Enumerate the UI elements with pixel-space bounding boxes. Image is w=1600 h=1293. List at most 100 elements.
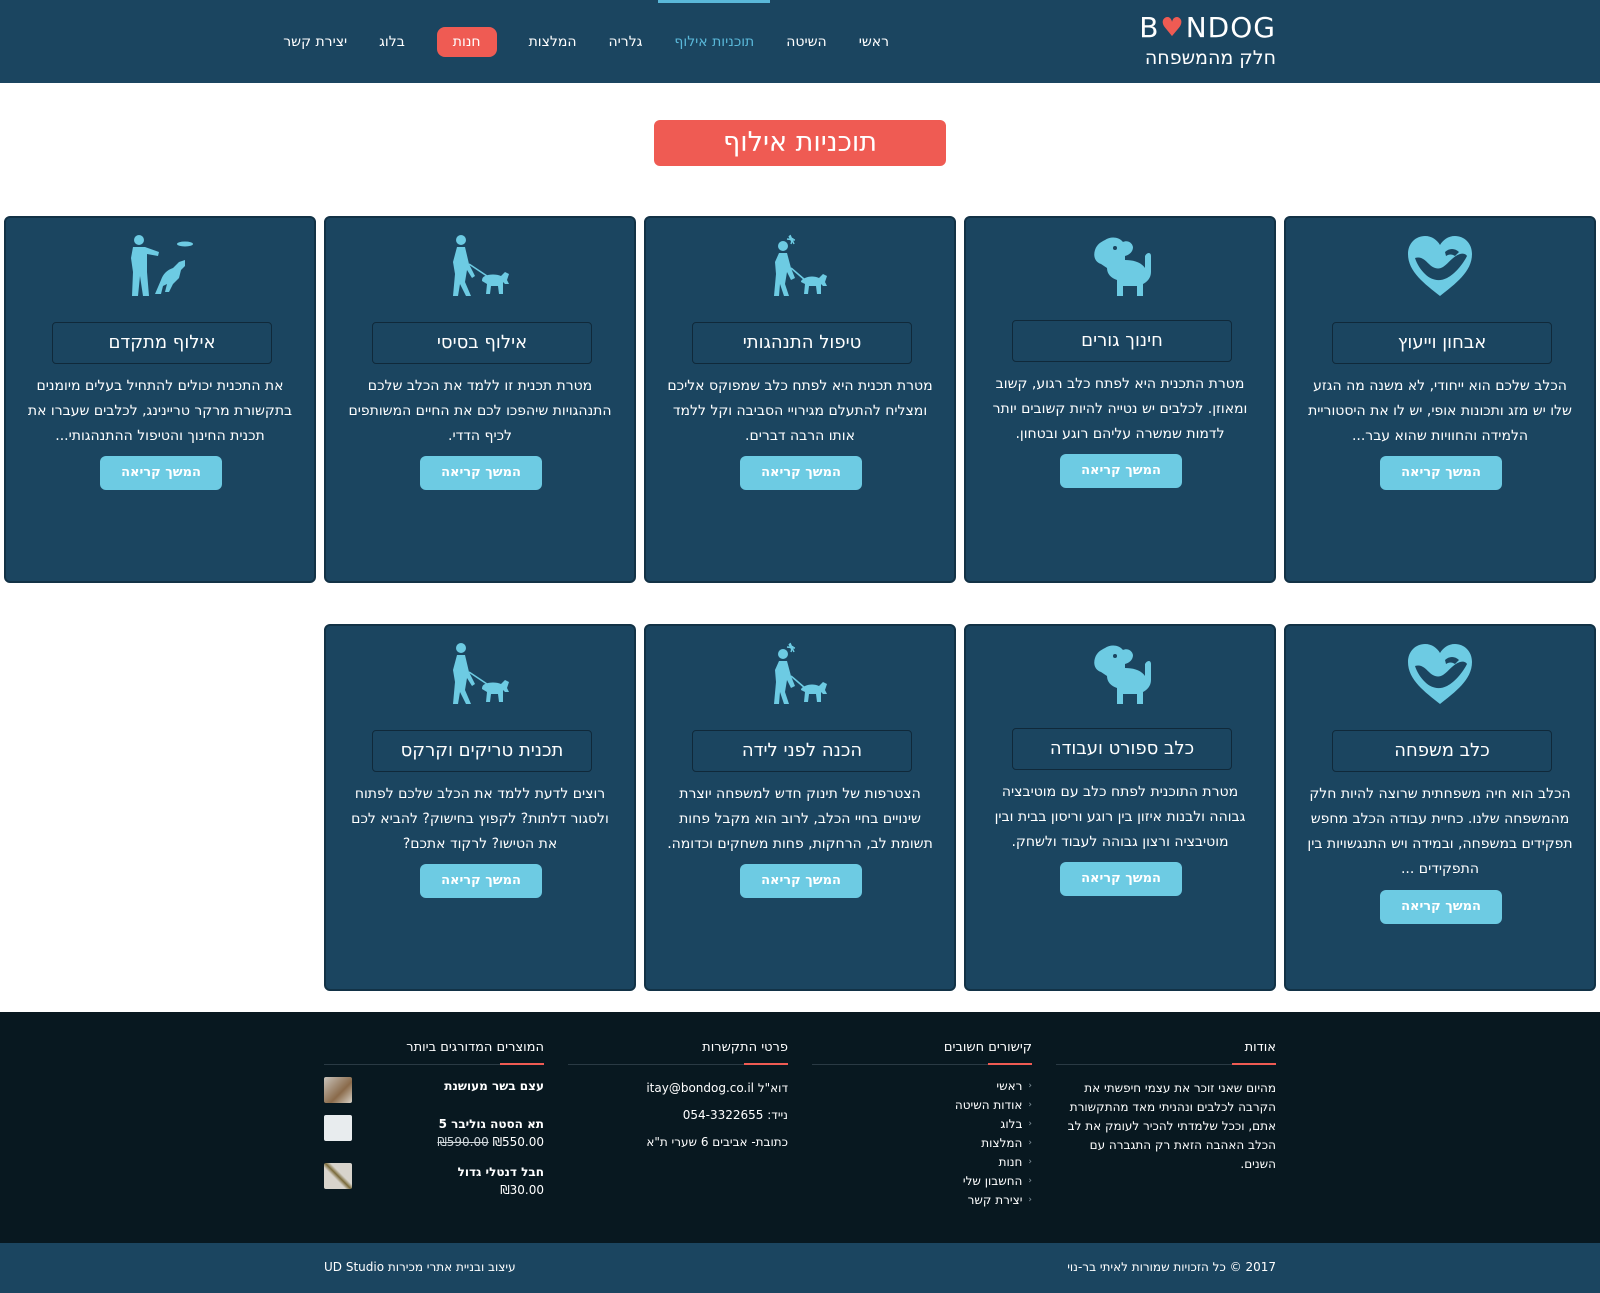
program-card-desc: מטרת התכנית היא לפתח כלב רגוע, קשוב ומאו… xyxy=(992,376,1248,442)
main-nav: ראשי השיטה תוכניות אילוף גלריה המלצות חנ… xyxy=(267,0,905,83)
heart-dog-icon xyxy=(1405,642,1475,706)
footer-link-testimonials[interactable]: ‹ המלצות xyxy=(812,1134,1032,1153)
credit-text[interactable]: עיצוב ובניית אתרי מכירות UD Studio xyxy=(324,1260,516,1274)
product-thumbnail[interactable] xyxy=(324,1077,352,1103)
product-text: עצם בשר מעושנת xyxy=(444,1077,544,1095)
program-card-tricks-circus: תכנית טריקים וקרקס רוצים לדעת ללמד את הכ… xyxy=(324,624,636,991)
person-walking-dog-icon xyxy=(445,234,515,298)
program-card-title: הכנה לפני לידה xyxy=(692,730,912,772)
nav-testimonials-label: המלצות xyxy=(528,33,577,50)
product-thumbnail[interactable] xyxy=(324,1163,352,1189)
chevron-left-icon: ‹ xyxy=(1028,1195,1032,1205)
product-text: חבל דנטלי גדול ₪30.00 xyxy=(458,1163,544,1199)
product-thumbnail[interactable] xyxy=(324,1115,352,1141)
product-name[interactable]: חבל דנטלי גדול xyxy=(458,1163,544,1181)
footer-links: קישורים חשובים ‹ ראשי ‹ אודות השיטה ‹ בלוג … xyxy=(812,1040,1032,1210)
footer-link-home[interactable]: ‹ ראשי xyxy=(812,1077,1032,1096)
nav-contact[interactable]: יצירת קשר xyxy=(267,0,363,83)
footer-link-contact[interactable]: ‹ יצירת קשר xyxy=(812,1191,1032,1210)
read-more-button[interactable]: המשך קריאה xyxy=(420,864,542,898)
product-name[interactable]: עצם בשר מעושנת xyxy=(444,1077,544,1095)
footer-link-method[interactable]: ‹ אודות השיטה xyxy=(812,1096,1032,1115)
bottom-bar: 2017 © כל הזכויות שמורות לאיתי בר-נוי עי… xyxy=(0,1243,1600,1293)
program-card-desc: מטרת תכנית היא לפתח כלב שמפוקס אליכם ומצ… xyxy=(667,378,933,444)
nav-training-programs-label: תוכניות אילוף xyxy=(674,33,755,50)
nav-home[interactable]: ראשי xyxy=(843,0,905,83)
program-card-sport-work-dog: כלב ספורט ועבודה מטרת התוכנית לפתח כלב ע… xyxy=(964,624,1276,991)
read-more-button[interactable]: המשך קריאה xyxy=(1060,862,1182,896)
person-walking-dog-icon xyxy=(445,642,515,706)
product-item[interactable]: תא הסטה גוליבר 5 ₪550.00 ₪590.00 xyxy=(324,1115,544,1151)
chevron-left-icon: ‹ xyxy=(1028,1176,1032,1186)
program-card-title: תכנית טריקים וקרקס xyxy=(372,730,592,772)
footer-link-label: יצירת קשר xyxy=(967,1193,1023,1207)
footer-link-blog[interactable]: ‹ בלוג xyxy=(812,1115,1032,1134)
footer-links-list: ‹ ראשי ‹ אודות השיטה ‹ בלוג ‹ המלצות ‹ חנות ‹… xyxy=(812,1077,1032,1210)
nav-method-label: השיטה xyxy=(786,33,827,50)
puppy-icon xyxy=(1085,234,1155,298)
footer-link-account[interactable]: ‹ החשבון שלי xyxy=(812,1172,1032,1191)
read-more-button[interactable]: המשך קריאה xyxy=(1380,890,1502,924)
program-card-desc: את התכנית יכולים להתחיל בעלים מיומנים בת… xyxy=(27,378,293,444)
program-card-title: אילוף מתקדם xyxy=(52,322,272,364)
program-card-desc: הכלב הוא חיה משפחתית שרוצה להיות חלק מהמ… xyxy=(1307,786,1573,877)
chevron-left-icon: ‹ xyxy=(1028,1138,1032,1148)
copyright-text: 2017 © כל הזכויות שמורות לאיתי בר-נוי xyxy=(1067,1260,1276,1274)
program-card-pre-birth: הכנה לפני לידה הצטרפות של תינוק חדש למשפ… xyxy=(644,624,956,991)
nav-shop[interactable]: חנות xyxy=(421,0,513,83)
footer-about-heading: אודות xyxy=(1056,1040,1276,1065)
logo-wordmark: B ♥ ND OG xyxy=(1116,12,1276,44)
footer-about-text: מהיום שאני זוכר את עצמי חיפשתי את הקרבה … xyxy=(1067,1081,1276,1171)
footer-contact-heading: פרטי התקשרות xyxy=(568,1040,788,1065)
read-more-button[interactable]: המשך קריאה xyxy=(420,456,542,490)
program-card-puppy-education: חינוך גורים מטרת התכנית היא לפתח כלב רגו… xyxy=(964,216,1276,583)
footer-link-label: חנות xyxy=(998,1155,1023,1169)
frisbee-dog-icon xyxy=(125,234,195,298)
nav-testimonials[interactable]: המלצות xyxy=(513,0,593,83)
footer-link-label: בלוג xyxy=(1000,1117,1023,1131)
nav-training-programs[interactable]: תוכניות אילוף xyxy=(658,0,771,83)
nav-gallery[interactable]: גלריה xyxy=(593,0,659,83)
site-logo[interactable]: B ♥ ND OG חלק מהמשפחה xyxy=(1116,12,1276,70)
program-card-behavioral: טיפול התנהגותי מטרת תכנית היא לפתח כלב ש… xyxy=(644,216,956,583)
product-name[interactable]: תא הסטה גוליבר 5 xyxy=(433,1115,544,1133)
footer-top-products: המוצרים המדורגים ביותר עצם בשר מעושנת תא… xyxy=(324,1040,544,1199)
puppy-icon xyxy=(1085,642,1155,706)
footer-contact-email[interactable]: דוא"ל itay@bondog.co.il xyxy=(568,1079,788,1098)
product-sale-price: ₪550.00 xyxy=(492,1135,544,1149)
site-footer: אודות מהיום שאני זוכר את עצמי חיפשתי את … xyxy=(0,1012,1600,1243)
footer-contact-phone[interactable]: נייד: 054-3322655 xyxy=(568,1106,788,1125)
chevron-left-icon: ‹ xyxy=(1028,1157,1032,1167)
footer-link-shop[interactable]: ‹ חנות xyxy=(812,1153,1032,1172)
product-item[interactable]: עצם בשר מעושנת xyxy=(324,1077,544,1103)
program-card-title: טיפול התנהגותי xyxy=(692,322,912,364)
product-old-price: ₪590.00 xyxy=(437,1135,489,1149)
chevron-left-icon: ‹ xyxy=(1028,1119,1032,1129)
logo-heart-icon: ♥ xyxy=(1160,13,1185,43)
read-more-button[interactable]: המשך קריאה xyxy=(740,456,862,490)
footer-link-label: ראשי xyxy=(996,1079,1023,1093)
footer-contact-address: כתובת- אביבים 6 שערי ת"א xyxy=(646,1135,788,1149)
read-more-button[interactable]: המשך קריאה xyxy=(1380,456,1502,490)
nav-blog[interactable]: בלוג xyxy=(363,0,421,83)
read-more-button[interactable]: המשך קריאה xyxy=(100,456,222,490)
program-card-basic-training: אילוף בסיסי מטרת תכנית זו ללמד את הכלב ש… xyxy=(324,216,636,583)
program-card-desc: מטרת התוכנית לפתח כלב עם מוטיבציה גבוהה … xyxy=(994,784,1246,850)
program-card-assessment: אבחון וייעוץ הכלב שלכם הוא ייחודי, לא מש… xyxy=(1284,216,1596,583)
person-dog-bark-icon xyxy=(765,642,835,706)
read-more-button[interactable]: המשך קריאה xyxy=(1060,454,1182,488)
nav-gallery-label: גלריה xyxy=(608,33,643,50)
program-card-desc: הכלב שלכם הוא ייחודי, לא משנה מה הגזע של… xyxy=(1308,378,1572,444)
product-item[interactable]: חבל דנטלי גדול ₪30.00 xyxy=(324,1163,544,1199)
program-card-advanced-training: אילוף מתקדם את התכנית יכולים להתחיל בעלי… xyxy=(4,216,316,583)
logo-letter-b: B xyxy=(1139,11,1160,44)
product-price: ₪30.00 xyxy=(500,1183,544,1197)
program-card-title: חינוך גורים xyxy=(1012,320,1232,362)
logo-letters-og: OG xyxy=(1230,11,1276,44)
nav-method[interactable]: השיטה xyxy=(770,0,842,83)
read-more-button[interactable]: המשך קריאה xyxy=(740,864,862,898)
nav-home-label: ראשי xyxy=(858,33,889,50)
footer-link-label: אודות השיטה xyxy=(954,1098,1023,1112)
program-card-title: אילוף בסיסי xyxy=(372,322,592,364)
program-card-desc: הצטרפות של תינוק חדש למשפחה יוצרת שינויי… xyxy=(667,786,933,852)
